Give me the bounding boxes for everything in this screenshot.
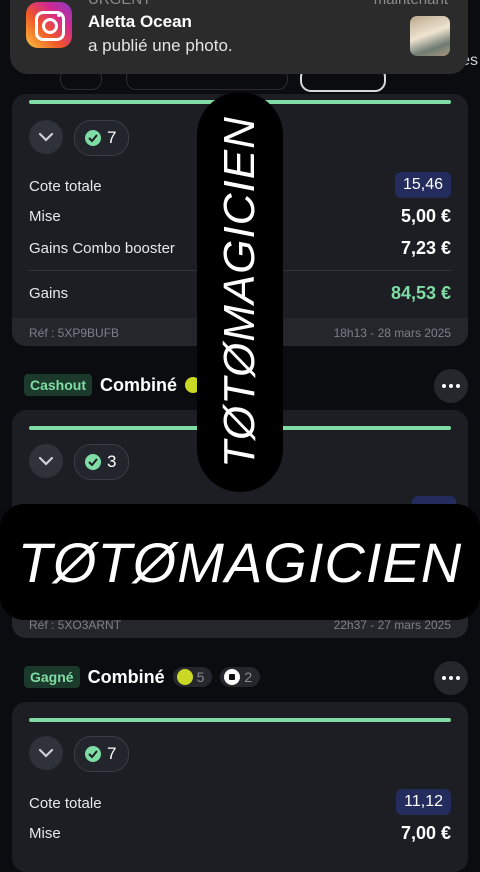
selections-count: 3 [107,452,117,471]
bet-header-3: Gagné Combiné 5 2 [24,666,261,688]
bet-header-2: Cashout Combiné [24,374,202,396]
gains-label: Gains [29,285,69,302]
watermark-vertical: TØTØMAGICIEN [197,92,283,492]
push-notification[interactable]: URGENT maintenant Aletta Ocean a publié … [10,0,468,74]
booster-value: 7,23 € [400,238,451,258]
instagram-icon [26,2,72,48]
dot [442,384,446,388]
mise-label: Mise [29,825,61,842]
dot [442,676,446,680]
bet-date: 22h37 - 27 mars 2025 [333,618,451,632]
sport-chip-football: 2 [220,667,261,687]
chevron-down-icon [38,132,54,142]
bet-ref: Réf : 5XO3ARNT [29,618,122,632]
mise-value: 5,00 € [400,206,451,226]
expand-button[interactable] [29,736,63,770]
notification-message: a publié une photo. [88,36,233,55]
cote-value: 11,12 [396,789,451,815]
notification-category: URGENT [88,0,151,8]
check-icon [85,130,101,146]
more-options-button[interactable] [434,661,468,695]
watermark-horizontal: TØTØMAGICIEN [0,504,480,620]
expand-button[interactable] [29,120,63,154]
selections-count-badge: 3 [74,444,130,480]
tennis-ball-icon [176,669,193,685]
check-icon [85,746,101,762]
mise-value: 7,00 € [400,823,451,843]
chevron-down-icon [38,748,54,758]
gains-value: 84,53 € [390,283,451,303]
football-count: 2 [244,669,253,685]
expand-button[interactable] [29,444,63,478]
more-options-button[interactable] [434,369,468,403]
dot [456,676,460,680]
dot [449,676,453,680]
notification-thumbnail [410,16,450,56]
dot [449,384,453,388]
tennis-count: 5 [196,669,205,685]
check-icon [85,454,101,470]
bet-type: Combiné [100,374,178,395]
bet-date: 18h13 - 28 mars 2025 [333,326,451,340]
football-icon [224,669,241,685]
bet-card-3: 7 Cote totale 11,12 Mise 7,00 € [12,702,468,872]
cote-value: 15,46 [394,172,451,198]
bet-ref: Réf : 5XP9BUFB [29,326,120,340]
watermark-text: TØTØMAGICIEN [215,116,264,468]
watermark-text: TØTØMAGICIEN [17,530,463,594]
selections-count-badge: 7 [74,120,130,156]
cote-label: Cote totale [29,178,102,195]
dot [456,384,460,388]
selections-count: 7 [107,128,117,147]
mise-label: Mise [29,208,61,225]
status-badge: Cashout [24,374,92,396]
selections-count: 7 [107,744,117,763]
booster-label: Gains Combo booster [29,240,175,257]
cote-label: Cote totale [29,795,102,812]
bet-type: Combiné [87,666,165,687]
sport-chip-tennis: 5 [172,667,213,687]
selections-count-badge: 7 [74,736,130,772]
notification-time: maintenant [374,0,448,8]
status-badge: Gagné [24,666,80,688]
notification-title: Aletta Ocean [88,12,192,31]
chevron-down-icon [38,456,54,466]
bet-progress-bar [29,718,451,722]
